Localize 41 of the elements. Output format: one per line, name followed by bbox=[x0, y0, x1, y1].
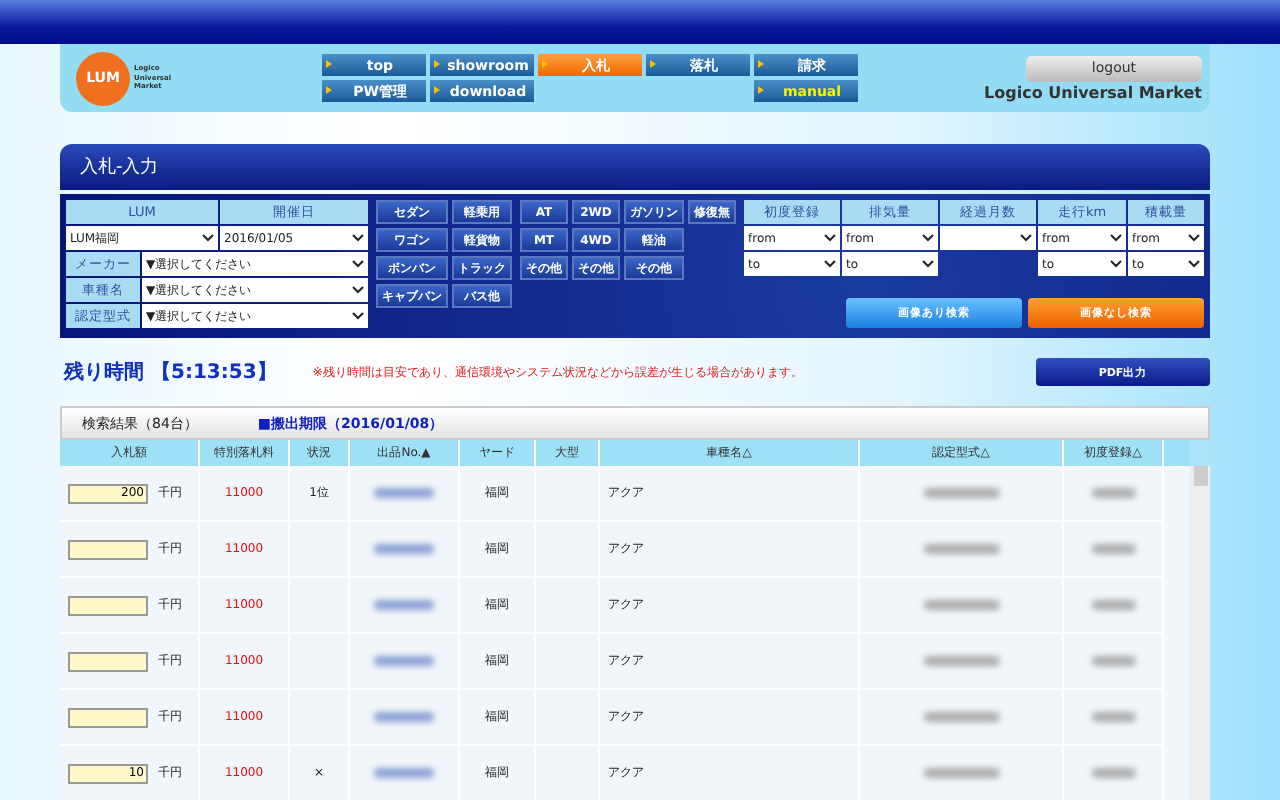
redacted-mark bbox=[923, 600, 999, 610]
chevron-icon bbox=[824, 234, 836, 242]
redacted-mark bbox=[923, 768, 999, 778]
chevron-icon bbox=[202, 234, 214, 242]
remaining-time: 残り時間 【5:13:53】 bbox=[64, 359, 277, 386]
chevron-icon bbox=[352, 234, 364, 242]
redacted-mark bbox=[374, 768, 434, 778]
bid-input[interactable] bbox=[68, 651, 148, 671]
redacted-mark bbox=[1091, 600, 1135, 610]
redacted-mark bbox=[1091, 768, 1135, 778]
redacted-mark bbox=[1091, 488, 1135, 498]
chevron-icon bbox=[922, 260, 934, 268]
redacted-mark bbox=[1091, 544, 1135, 554]
select-field[interactable] bbox=[940, 226, 1036, 250]
redacted-mark bbox=[923, 656, 999, 666]
chevron-icon bbox=[922, 234, 934, 242]
chevron-icon bbox=[352, 260, 364, 268]
redacted-mark bbox=[374, 488, 434, 498]
page-title: 入札-入力 bbox=[80, 155, 159, 180]
redacted-mark bbox=[923, 544, 999, 554]
redacted-mark bbox=[374, 544, 434, 554]
chevron-icon bbox=[1110, 234, 1122, 242]
scrollbar[interactable] bbox=[1190, 466, 1210, 800]
chevron-icon bbox=[824, 260, 836, 268]
bid-input[interactable] bbox=[68, 539, 148, 559]
chevron-icon bbox=[1188, 260, 1200, 268]
site-name: Logico Universal Market bbox=[984, 83, 1202, 101]
redacted-mark bbox=[374, 600, 434, 610]
redacted-mark bbox=[1091, 712, 1135, 722]
chevron-icon bbox=[1020, 234, 1032, 242]
redacted-mark bbox=[374, 712, 434, 722]
redacted-mark bbox=[1091, 656, 1135, 666]
chevron-icon bbox=[1110, 260, 1122, 268]
bid-input[interactable] bbox=[68, 707, 148, 727]
redacted-mark bbox=[374, 656, 434, 666]
bid-input[interactable] bbox=[68, 595, 148, 615]
redacted-mark bbox=[923, 488, 999, 498]
chevron-icon bbox=[352, 312, 364, 320]
chevron-icon bbox=[1188, 234, 1200, 242]
chevron-icon bbox=[352, 286, 364, 294]
redacted-mark bbox=[923, 712, 999, 722]
